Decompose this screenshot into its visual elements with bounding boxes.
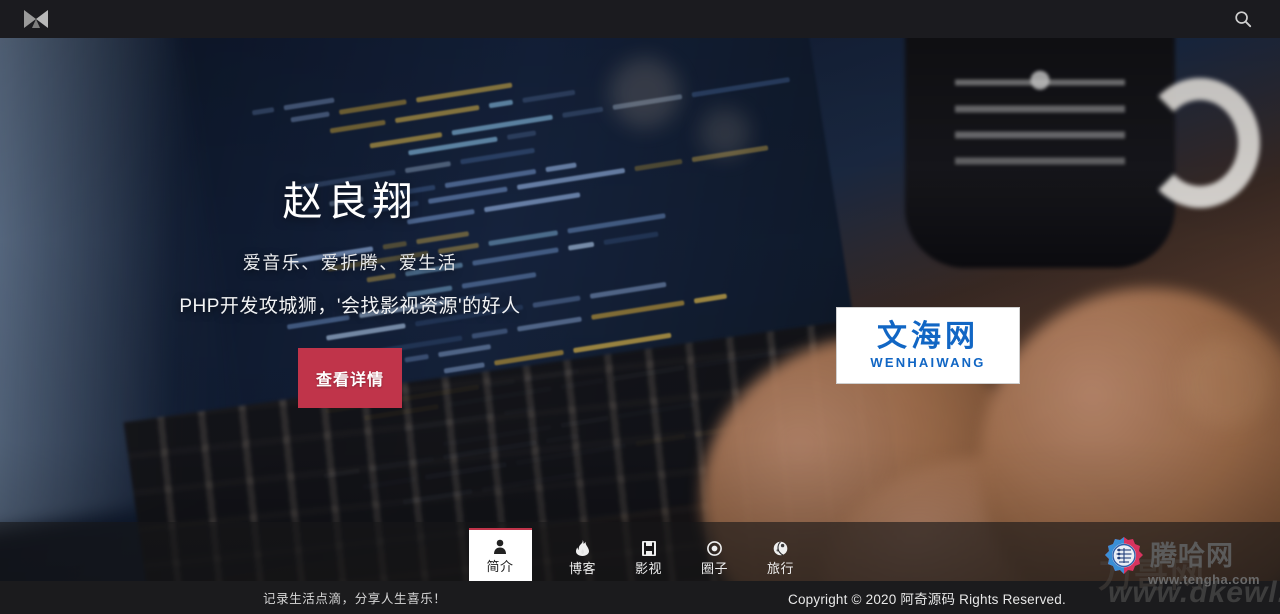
nav-item-label: 博客 [568, 560, 596, 576]
m-logo-icon[interactable] [22, 7, 50, 31]
nav-items: 简介 博客 影视 圈子 旅行 [467, 522, 814, 581]
footer-slogan: 记录生活点滴，分享人生喜乐！ [263, 592, 447, 606]
user-icon [493, 538, 507, 555]
circle-target-icon [707, 540, 722, 557]
wenhaiwang-logo-cn: 文海网 [877, 319, 979, 354]
nav-item-label: 简介 [486, 559, 514, 574]
film-icon [641, 540, 656, 557]
search-icon[interactable] [1230, 6, 1256, 32]
hero-description: PHP开发攻城狮，'会找影视资源'的好人 [179, 295, 521, 317]
view-details-button[interactable]: 查看详情 [298, 347, 402, 408]
fire-icon [576, 540, 589, 557]
top-header-bar [0, 0, 1280, 38]
wenhaiwang-logo-en: WENHAIWANG [870, 355, 986, 370]
footer-copyright: Copyright © 2020 阿奇源码 Rights Reserved. [788, 591, 1066, 607]
nav-item-label: 旅行 [766, 560, 794, 576]
footer-bar: 记录生活点滴，分享人生喜乐！ Copyright © 2020 阿奇源码 Rig… [0, 581, 1280, 614]
nav-item-globe[interactable]: 旅行 [750, 533, 812, 581]
nav-item-user[interactable]: 简介 [468, 528, 532, 581]
nav-item-label: 圈子 [700, 560, 728, 576]
nav-item-film[interactable]: 影视 [618, 533, 680, 581]
page-root: 赵良翔 爱音乐、爱折腾、爱生活 PHP开发攻城狮，'会找影视资源'的好人 查看详… [0, 0, 1280, 614]
nav-item-fire[interactable]: 博客 [552, 533, 614, 581]
hero-title: 赵良翔 [282, 179, 418, 224]
nav-item-circle-target[interactable]: 圈子 [684, 533, 746, 581]
wenhaiwang-logo-watermark: 文海网 WENHAIWANG [836, 307, 1020, 384]
nav-item-label: 影视 [634, 560, 662, 576]
bottom-navigation-bar: 简介 博客 影视 圈子 旅行 [0, 522, 1280, 581]
hero-subtitle: 爱音乐、爱折腾、爱生活 [242, 252, 458, 273]
globe-icon [773, 540, 788, 557]
hero-content: 赵良翔 爱音乐、爱折腾、爱生活 PHP开发攻城狮，'会找影视资源'的好人 查看详… [0, 38, 700, 538]
